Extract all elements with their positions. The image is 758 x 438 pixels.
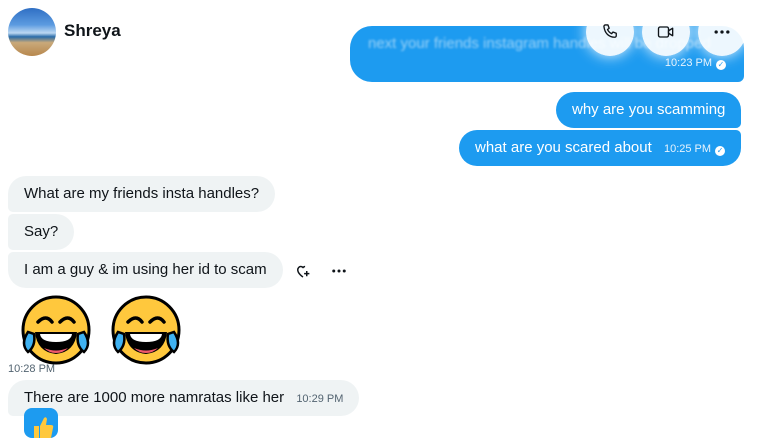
incoming-message[interactable]: What are my friends insta handles? — [8, 176, 276, 212]
message-timestamp: 10:23 PM ✓ — [664, 57, 726, 70]
audio-call-button[interactable] — [586, 8, 634, 56]
more-options-button[interactable] — [698, 8, 746, 56]
thumbs-up-icon — [34, 417, 54, 438]
video-icon — [657, 26, 674, 38]
message-text: I am a guy & im using her id to scam — [24, 261, 267, 278]
heart-plus-icon — [297, 265, 310, 278]
contact-name[interactable]: Shreya — [64, 21, 121, 41]
outgoing-message[interactable]: what are you scared about 10:25 PM ✓ — [459, 130, 742, 166]
face-with-tears-of-joy-emoji[interactable] — [108, 292, 184, 368]
message-timestamp: 10:29 PM — [296, 393, 344, 405]
message-text: why are you scamming — [572, 101, 726, 118]
message-text: Say? — [24, 223, 59, 240]
message-text: There are 1000 more namratas like her — [24, 389, 285, 406]
message-text: what are you scared about — [475, 139, 652, 156]
sent-check-icon: ✓ — [716, 60, 726, 70]
message-timestamp: 10:25 PM ✓ — [663, 143, 726, 156]
incoming-message[interactable]: There are 1000 more namratas like her 10… — [8, 380, 360, 416]
phone-icon — [603, 24, 617, 38]
more-icon — [332, 269, 346, 273]
avatar[interactable] — [8, 8, 56, 56]
thumbs-up-reaction[interactable] — [24, 408, 58, 438]
sent-check-icon: ✓ — [715, 146, 726, 156]
incoming-message[interactable]: Say? — [8, 214, 75, 250]
video-call-button[interactable] — [642, 8, 690, 56]
incoming-message[interactable]: I am a guy & im using her id to scam — [8, 252, 283, 288]
message-more-button[interactable] — [330, 262, 348, 280]
add-reaction-button[interactable] — [294, 262, 312, 280]
message-timestamp: 10:28 PM — [8, 363, 56, 375]
outgoing-message[interactable]: why are you scamming — [556, 92, 742, 128]
message-text: What are my friends insta handles? — [24, 185, 260, 202]
more-icon — [714, 30, 730, 34]
face-with-tears-of-joy-emoji[interactable] — [18, 292, 94, 368]
